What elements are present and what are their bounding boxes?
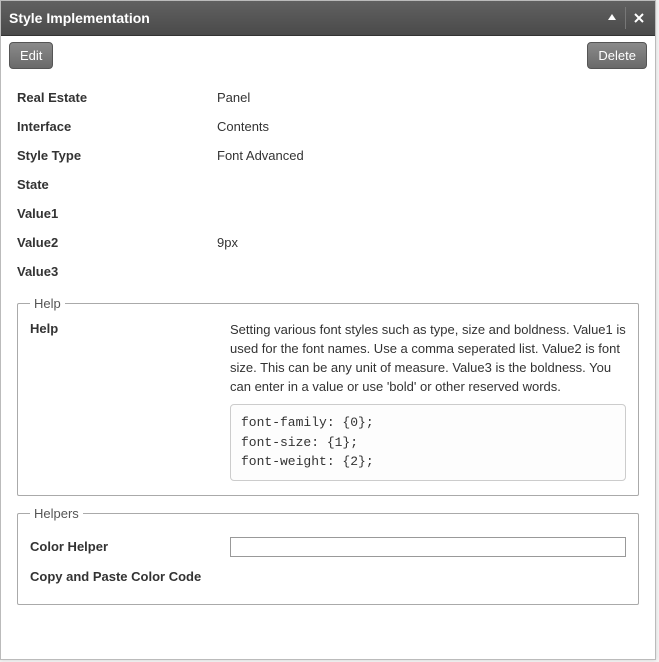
value-value1 [217,206,639,221]
row-real-estate: Real Estate Panel [17,83,639,112]
helpers-fieldset: Helpers Color Helper Copy and Paste Colo… [17,506,639,605]
value-real-estate: Panel [217,90,639,105]
row-value1: Value1 [17,199,639,228]
label-value2: Value2 [17,235,217,250]
value-interface: Contents [217,119,639,134]
label-interface: Interface [17,119,217,134]
window-title: Style Implementation [9,10,599,26]
row-copy-paste: Copy and Paste Color Code [30,563,626,590]
label-state: State [17,177,217,192]
value-style-type: Font Advanced [217,148,639,163]
value-state [217,177,639,192]
row-value3: Value3 [17,257,639,286]
row-style-type: Style Type Font Advanced [17,141,639,170]
label-copy-paste: Copy and Paste Color Code [30,569,201,584]
color-helper-input[interactable] [230,537,626,557]
help-code: font-family: {0}; font-size: {1}; font-w… [230,404,626,481]
close-icon[interactable] [625,7,647,29]
toolbar: Edit Delete [1,36,655,75]
help-label: Help [30,321,230,481]
titlebar: Style Implementation [1,1,655,36]
label-color-helper: Color Helper [30,539,230,554]
label-real-estate: Real Estate [17,90,217,105]
delete-button[interactable]: Delete [587,42,647,69]
style-implementation-panel: Style Implementation Edit Delete Real Es… [0,0,656,660]
row-color-helper: Color Helper [30,531,626,563]
value-value2: 9px [217,235,639,250]
label-style-type: Style Type [17,148,217,163]
row-interface: Interface Contents [17,112,639,141]
label-value1: Value1 [17,206,217,221]
row-value2: Value2 9px [17,228,639,257]
help-fieldset: Help Help Setting various font styles su… [17,296,639,496]
edit-button[interactable]: Edit [9,42,53,69]
label-value3: Value3 [17,264,217,279]
row-state: State [17,170,639,199]
help-text: Setting various font styles such as type… [230,321,626,396]
content-area: Real Estate Panel Interface Contents Sty… [1,75,655,621]
helpers-legend: Helpers [30,506,83,521]
collapse-icon[interactable] [601,7,623,29]
help-legend: Help [30,296,65,311]
value-value3 [217,264,639,279]
